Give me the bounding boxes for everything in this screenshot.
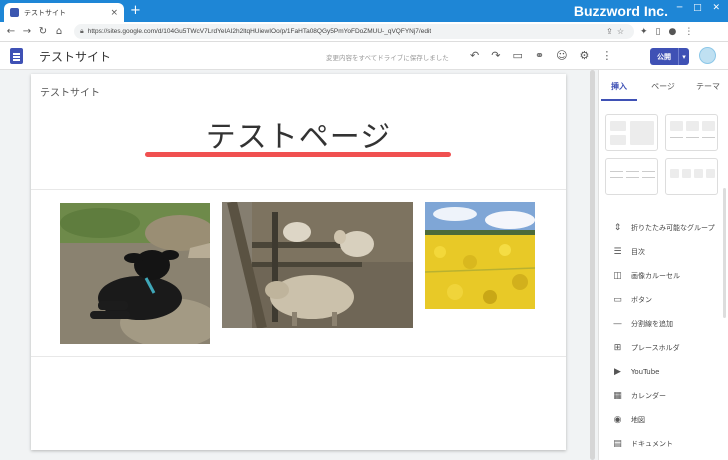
insert-divider[interactable]: — 分割線を追加 [599,312,728,336]
extensions-icon[interactable]: ✦ [640,27,648,37]
heading-underline-highlight [145,152,451,157]
insert-calendar[interactable]: ▦ カレンダー [599,384,728,408]
layout-card[interactable] [605,114,658,151]
page-heading[interactable]: テストページ [31,112,566,156]
more-menu-icon[interactable]: ⋮ [601,49,612,62]
brand-watermark: Buzzword Inc. [573,3,668,19]
insert-map[interactable]: ◉ 地図 [599,408,728,432]
docs-icon: ▤ [613,439,622,449]
youtube-icon: ▶ [614,367,621,377]
url-field[interactable]: 🔒︎ https://sites.google.com/d/104Gu5TWcV… [74,24,634,39]
tab-close-icon[interactable]: × [110,8,118,18]
window-controls[interactable]: ─ □ ✕ [677,3,724,13]
flower-field-photo[interactable] [425,202,535,309]
forward-icon[interactable]: → [20,25,34,39]
insert-item-label: 分割線を追加 [631,320,673,328]
insert-item-label: ボタン [631,296,652,304]
canvas-scrollbar[interactable] [589,70,596,460]
insert-item-label: カレンダー [631,392,666,400]
publish-label[interactable]: 公開 [650,48,678,65]
new-tab-button[interactable]: + [130,3,141,19]
map-icon: ◉ [613,415,622,425]
button-icon: ▭ [613,295,622,305]
insert-item-label: プレースホルダ [631,344,680,352]
layout-card[interactable] [665,114,718,151]
insert-panel: 挿入 ページ テーマ ⇕ 折りたたみ可能なグループ ☰ 目次 ◫ 画像カルーセル… [598,70,728,460]
layout-card[interactable] [665,158,718,195]
canvas-scrollbar-thumb[interactable] [590,70,595,460]
tab-insert[interactable]: 挿入 [599,70,639,104]
lock-icon: 🔒︎ [80,27,84,35]
browser-tab[interactable]: テストサイト × [4,3,124,22]
home-icon[interactable]: ⌂ [52,25,66,39]
insert-collapsible-group[interactable]: ⇕ 折りたたみ可能なグループ [599,216,728,240]
tab-title: テストサイト [24,8,66,17]
publish-dropdown-icon[interactable]: ▾ [678,48,689,65]
collapsible-icon: ⇕ [613,223,622,233]
sites-toolbar: テストサイト 変更内容をすべてドライブに保存しました ↶ ↷ ▭ ⚭ ☺ ⚙ ⋮… [0,43,728,70]
site-name[interactable]: テストサイト [39,48,111,65]
insert-components-list: ⇕ 折りたたみ可能なグループ ☰ 目次 ◫ 画像カルーセル ▭ ボタン — 分割… [599,216,728,456]
calendar-icon: ▦ [613,391,622,401]
tab-pages[interactable]: ページ [639,70,687,104]
toc-icon: ☰ [613,247,622,257]
address-bar: ← → ↻ ⌂ 🔒︎ https://sites.google.com/d/10… [0,22,728,42]
section-divider [31,356,566,357]
browser-tab-bar: テストサイト × + Buzzword Inc. ─ □ ✕ [0,0,728,22]
insert-image-carousel[interactable]: ◫ 画像カルーセル [599,264,728,288]
insert-item-label: 目次 [631,248,645,256]
panel-tabs: 挿入 ページ テーマ [599,70,728,104]
insert-table-of-contents[interactable]: ☰ 目次 [599,240,728,264]
share-icon[interactable]: ☺ [556,49,567,62]
save-status: 変更内容をすべてドライブに保存しました [326,54,449,62]
insert-item-label: 折りたたみ可能なグループ [631,224,715,232]
undo-icon[interactable]: ↶ [470,49,479,62]
sidepanel-icon[interactable]: ▯ [656,27,661,37]
insert-item-label: 画像カルーセル [631,272,680,280]
placeholder-icon: ⊞ [613,343,622,353]
chrome-menu-icon[interactable]: ⋮ [684,27,693,37]
reload-icon[interactable]: ↻ [36,25,50,39]
carousel-icon: ◫ [613,271,622,281]
preview-icon[interactable]: ▭ [512,49,522,62]
bookmark-star-icon[interactable]: ⇪☆ [606,27,628,36]
sites-favicon-icon [10,8,19,17]
insert-docs[interactable]: ▤ ドキュメント [599,432,728,456]
divider-icon: — [613,319,622,329]
publish-button[interactable]: 公開 ▾ [650,48,689,65]
sheep-photo[interactable] [222,202,413,328]
section-divider [31,189,566,190]
tab-themes[interactable]: テーマ [687,70,728,104]
page-canvas[interactable]: テストサイト テストページ [31,74,566,450]
back-icon[interactable]: ← [4,25,18,39]
profile-icon[interactable]: ● [669,27,677,37]
insert-button[interactable]: ▭ ボタン [599,288,728,312]
google-sites-logo-icon[interactable] [10,48,23,64]
insert-placeholder[interactable]: ⊞ プレースホルダ [599,336,728,360]
settings-gear-icon[interactable]: ⚙ [580,49,590,62]
account-avatar[interactable] [699,47,716,64]
link-icon[interactable]: ⚭ [535,49,544,62]
page-site-title[interactable]: テストサイト [40,84,100,99]
insert-item-label: ドキュメント [631,440,673,448]
insert-item-label: YouTube [631,368,660,376]
lamb-photo[interactable] [60,203,210,344]
insert-item-label: 地図 [631,416,645,424]
insert-youtube[interactable]: ▶ YouTube [599,360,728,384]
url-text: https://sites.google.com/d/104Gu5TWcV7Lr… [87,28,432,35]
redo-icon[interactable]: ↷ [491,49,500,62]
layout-card[interactable] [605,158,658,195]
